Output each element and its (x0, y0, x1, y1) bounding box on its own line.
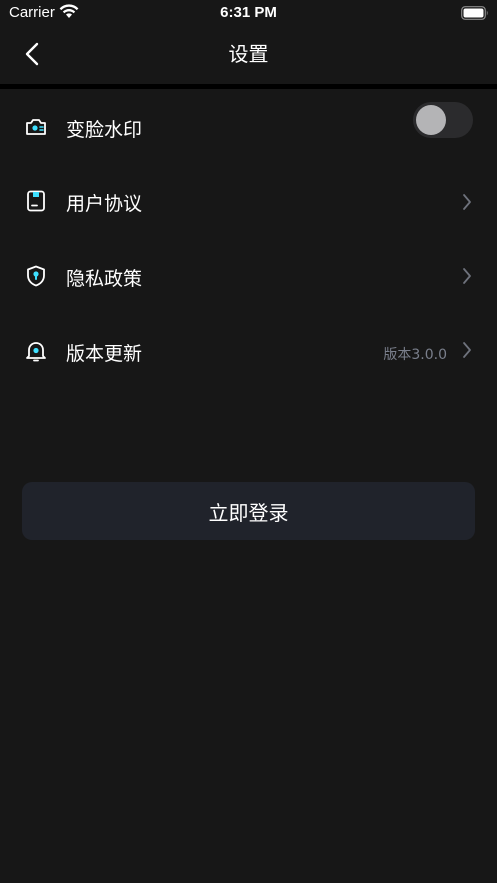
settings-row-face-watermark[interactable]: 变脸水印 (0, 89, 497, 163)
settings-row-label: 用户协议 (66, 193, 143, 215)
page-title: 设置 (228, 42, 269, 66)
camera-face-icon (24, 115, 48, 139)
settings-row-label: 版本更新 (66, 343, 143, 365)
version-value: 版本3.0.0 (383, 347, 447, 363)
navigation-bar: 设置 (0, 26, 497, 84)
status-bar: Carrier 6:31 PM (0, 0, 497, 26)
settings-row-privacy-policy[interactable]: 隐私政策 (0, 238, 497, 312)
settings-row-version-update[interactable]: 版本更新 版本3.0.0 (0, 313, 497, 387)
toggle-knob (416, 105, 446, 135)
document-icon (24, 189, 48, 213)
chevron-right-icon (463, 268, 471, 284)
chevron-right-icon (463, 194, 471, 210)
login-button[interactable]: 立即登录 (22, 482, 475, 540)
chevron-right-icon (463, 342, 471, 358)
battery-icon (461, 5, 489, 24)
settings-row-label: 变脸水印 (66, 119, 143, 141)
settings-row-label: 隐私政策 (66, 268, 143, 290)
bell-icon (24, 339, 48, 363)
clock: 6:31 PM (220, 4, 277, 21)
settings-row-user-agreement[interactable]: 用户协议 (0, 164, 497, 238)
shield-icon (24, 264, 48, 288)
face-watermark-toggle[interactable] (413, 102, 473, 138)
